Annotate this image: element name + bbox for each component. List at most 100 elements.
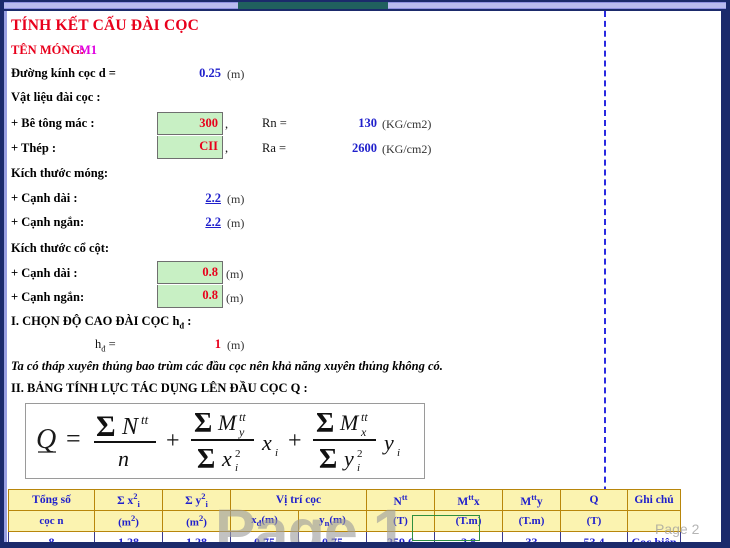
formula-image: Q = Σ N tt n + Σ M y tt Σ x i 2 x i + Σ … [26, 404, 426, 478]
footing-long-side-value[interactable]: 2.2 [169, 191, 221, 206]
hd-label: hđ = [95, 337, 116, 354]
table-row[interactable]: 8 1.28 1.28 0.75 0.75 259.6 2.8 33 53.4 … [8, 531, 681, 542]
th-ntt: Ntt [366, 489, 435, 511]
th-sum-x2-unit: (m2) [94, 510, 163, 532]
cell-note[interactable]: Cọc biên [627, 531, 681, 542]
window-bottom-border [0, 542, 730, 548]
svg-text:Σ: Σ [194, 408, 212, 439]
th-note-unit [627, 510, 681, 532]
svg-text:x: x [221, 446, 232, 471]
th-mttx: Mttx [434, 489, 503, 511]
ra-unit: (KG/cm2) [382, 142, 432, 156]
steel-comma: , [225, 141, 229, 155]
th-pile-position: Vị trí cọc [230, 489, 367, 511]
th-sum-y2: Σ y2i [162, 489, 231, 511]
cell-yn[interactable]: 0.75 [298, 531, 367, 542]
cell-mtty[interactable]: 33 [502, 531, 561, 542]
svg-text:2: 2 [357, 448, 363, 460]
svg-text:Σ: Σ [197, 444, 215, 475]
svg-text:y: y [238, 425, 245, 439]
concrete-comma: , [225, 117, 229, 131]
foundation-name[interactable]: M1 [79, 43, 97, 58]
cell-q[interactable]: 53.4 [560, 531, 628, 542]
svg-text:y: y [342, 446, 354, 471]
column-short-side-unit: (m) [226, 291, 244, 305]
material-heading: Vật liệu đài cọc : [11, 90, 101, 104]
spreadsheet-window: TÍNH KẾT CẤU ĐÀI CỌC TÊN MÓNG: M1 Đường … [0, 0, 730, 548]
hd-value[interactable]: 1 [169, 337, 221, 352]
th-note: Ghi chú [627, 489, 681, 511]
svg-text:M: M [339, 410, 360, 435]
svg-text:=: = [66, 424, 81, 453]
steel-grade-value: CII [199, 139, 218, 153]
svg-text:Σ: Σ [96, 410, 116, 443]
th-mtty-unit: (T.m) [502, 510, 561, 532]
svg-text:tt: tt [141, 412, 149, 427]
svg-text:Q: Q [36, 424, 56, 455]
th-q-unit: (T) [560, 510, 628, 532]
table-header-row-1: Tổng số Σ x2i Σ y2i Vị trí cọc Ntt Mttx … [8, 489, 681, 511]
svg-text:i: i [357, 462, 360, 474]
ra-label: Ra = [262, 141, 287, 155]
column-short-side-value: 0.8 [202, 288, 218, 302]
concrete-grade-input[interactable]: 300 [157, 112, 223, 135]
scrollbar-thumb[interactable] [238, 2, 388, 9]
punching-shear-note: Ta có tháp xuyên thủng bao trùm các đầu … [11, 359, 443, 373]
svg-text:+: + [288, 428, 302, 454]
rn-label: Rn = [262, 116, 287, 130]
th-total-piles-2: cọc n [8, 510, 95, 532]
cell-xd[interactable]: 0.75 [230, 531, 299, 542]
column-short-side-label: + Cạnh ngắn: [11, 290, 85, 304]
hd-equals: = [105, 337, 116, 351]
pile-force-table: Tổng số Σ x2i Σ y2i Vị trí cọc Ntt Mttx … [8, 489, 681, 542]
svg-text:Σ: Σ [319, 444, 337, 475]
svg-text:2: 2 [235, 448, 241, 460]
worksheet-area[interactable]: TÍNH KẾT CẤU ĐÀI CỌC TÊN MÓNG: M1 Đường … [7, 11, 721, 542]
foundation-label: TÊN MÓNG: [11, 43, 85, 57]
footing-short-side-label: + Cạnh ngắn: [11, 215, 85, 229]
section-1-colon: : [184, 314, 192, 328]
th-sum-y2-unit: (m2) [162, 510, 231, 532]
hd-unit: (m) [227, 338, 245, 352]
pile-diameter-unit: (m) [227, 67, 245, 81]
svg-text:i: i [275, 447, 278, 459]
section-2-title: II. BẢNG TÍNH LỰC TÁC DỤNG LÊN ĐẦU CỌC Q… [11, 381, 308, 395]
steel-label: + Thép : [11, 141, 57, 155]
selected-cell-outline [412, 515, 480, 541]
rn-unit: (KG/cm2) [382, 117, 432, 131]
cell-sum-y2[interactable]: 1.28 [162, 531, 231, 542]
cell-total-piles[interactable]: 8 [8, 531, 95, 542]
footing-size-heading: Kích thước móng: [11, 166, 109, 180]
svg-text:x: x [360, 425, 367, 439]
window-right-border [721, 9, 730, 548]
cell-sum-x2[interactable]: 1.28 [94, 531, 163, 542]
formula-box: Q = Σ N tt n + Σ M y tt Σ x i 2 x i + Σ … [25, 403, 425, 479]
steel-grade-input[interactable]: CII [157, 136, 223, 159]
footing-short-side-unit: (m) [227, 216, 245, 230]
svg-text:n: n [118, 446, 129, 471]
th-total-piles-1: Tổng số [8, 489, 95, 511]
svg-text:x: x [261, 430, 272, 455]
footing-short-side-value[interactable]: 2.2 [169, 215, 221, 230]
th-q: Q [560, 489, 628, 511]
column-long-side-input[interactable]: 0.8 [157, 261, 223, 284]
svg-text:+: + [166, 428, 180, 454]
th-xd: xđ(m) [230, 510, 299, 532]
th-mtty: Mtty [502, 489, 561, 511]
column-short-side-input[interactable]: 0.8 [157, 285, 223, 308]
column-long-side-unit: (m) [226, 267, 244, 281]
svg-text:N: N [121, 414, 140, 440]
svg-text:tt: tt [239, 410, 246, 424]
section-1-title: I. CHỌN ĐỘ CAO ĐÀI CỌC hđ : [11, 314, 191, 331]
column-size-heading: Kích thước cổ cột: [11, 241, 110, 255]
rn-value[interactable]: 130 [327, 116, 377, 131]
footing-long-side-label: + Cạnh dài : [11, 191, 78, 205]
ra-value[interactable]: 2600 [319, 141, 377, 156]
section-1-title-text: I. CHỌN ĐỘ CAO ĐÀI CỌC h [11, 314, 180, 328]
concrete-grade-value: 300 [199, 116, 218, 130]
pile-diameter-value[interactable]: 0.25 [169, 66, 221, 81]
column-long-side-value: 0.8 [202, 265, 218, 279]
svg-text:tt: tt [361, 410, 368, 424]
svg-text:Σ: Σ [316, 408, 334, 439]
th-sum-x2: Σ x2i [94, 489, 163, 511]
